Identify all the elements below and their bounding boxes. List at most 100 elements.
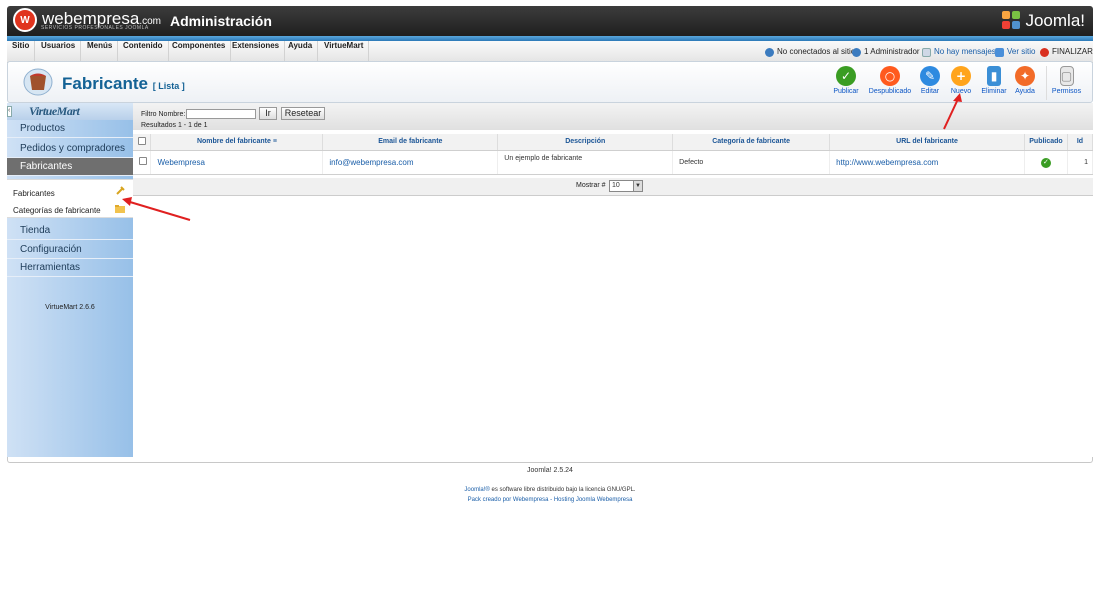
publish-button[interactable]: ✓ Publicar [830, 66, 862, 100]
row-description-cell: Un ejemplo de fabricante [497, 150, 674, 175]
row-url-cell: http://www.webempresa.com [829, 150, 1025, 175]
reset-button[interactable]: Resetear [281, 107, 325, 120]
nav-tienda[interactable]: Tienda [7, 222, 133, 240]
col-url-header[interactable]: URL del fabricante [829, 134, 1025, 151]
menu-sitio[interactable]: Sitio [7, 41, 36, 63]
row-name-cell: Webempresa [150, 150, 324, 175]
table-row: Webempresa info@webempresa.com Un ejempl… [133, 150, 1094, 175]
edit-label: Editar [920, 88, 940, 95]
help-lifebuoy-icon: ✦ [1015, 66, 1035, 86]
published-check-icon[interactable]: ✓ [1040, 157, 1051, 168]
menu-componentes[interactable]: Componentes [167, 41, 232, 63]
pencil-icon: ✎ [920, 66, 940, 86]
row-category-cell: Defecto [672, 150, 831, 175]
row-email-cell: info@webempresa.com [322, 150, 499, 175]
view-site-label: Ver sitio [1007, 47, 1036, 56]
permissions-label: Permisos [1051, 88, 1082, 95]
row-select-cell [133, 150, 152, 175]
table-header-row: Nombre del fabricante ≡ Email de fabrica… [133, 134, 1094, 151]
publish-label: Publicar [833, 88, 859, 95]
joomla-logo-text: Joomla! [1025, 11, 1085, 30]
nav-herramientas[interactable]: Herramientas [7, 259, 133, 277]
delete-button[interactable]: ▮ Eliminar [978, 66, 1010, 100]
row-checkbox[interactable] [139, 157, 147, 165]
unpublish-label: Despublicado [868, 88, 912, 95]
pagination-bar: Mostrar # 10 ▼ [133, 178, 1093, 196]
footer-license: Joomla!® es software libre distribuido b… [0, 487, 1100, 493]
view-site-link[interactable]: Ver sitio [995, 41, 1035, 63]
top-header: W webempresa.com SERVICIOS PROFESIONALES… [7, 6, 1093, 36]
mail-icon [922, 47, 931, 57]
footer-version: Joomla! 2.5.24 [527, 467, 573, 474]
col-category-header[interactable]: Categoría de fabricante [672, 134, 831, 151]
nav-productos[interactable]: Productos [7, 120, 133, 138]
col-description-header[interactable]: Descripción [497, 134, 674, 151]
logout-link[interactable]: FINALIZAR [1040, 41, 1093, 63]
trash-icon: ▮ [987, 66, 1001, 86]
license-text: es software libre distribuido bajo la li… [489, 487, 636, 493]
page-toolbar: Fabricante [ Lista ] ✓ Publicar ○ Despub… [7, 61, 1093, 103]
row-published-cell: ✓ [1024, 150, 1068, 175]
admin-window: W webempresa.com SERVICIOS PROFESIONALES… [0, 0, 1100, 615]
unpublish-button[interactable]: ○ Despublicado [866, 66, 914, 100]
submenu-categorias-fabricante[interactable]: Categorías de fabricante [13, 206, 101, 215]
footer-credit-link[interactable]: Pack creado por Webempresa - Hosting Joo… [0, 497, 1100, 503]
fabricantes-submenu: Fabricantes Categorías de fabricante [7, 179, 133, 218]
results-count: Resultados 1 - 1 de 1 [141, 122, 208, 129]
select-all-checkbox[interactable] [137, 136, 146, 145]
admin-users-icon [852, 47, 861, 57]
row-id-cell: 1 [1067, 150, 1094, 175]
menu-virtuemart[interactable]: VirtueMart [319, 41, 370, 63]
check-icon: ✓ [836, 66, 856, 86]
status-visitors-label: No conectados al sitio [777, 47, 856, 56]
lock-icon: ▢ [1059, 66, 1074, 86]
joomla-mark-icon [1002, 11, 1022, 31]
collapse-sidebar-icon[interactable]: ‹ [7, 106, 12, 117]
logo-mark-icon: W [13, 8, 37, 32]
menu-extensiones[interactable]: Extensiones [227, 41, 286, 63]
unpublish-icon: ○ [880, 66, 900, 86]
permissions-button[interactable]: ▢ Permisos [1046, 66, 1086, 100]
col-id-header[interactable]: Id [1067, 134, 1094, 151]
col-email-header[interactable]: Email de fabricante [322, 134, 499, 151]
status-messages-label: No hay mensajes [934, 47, 996, 56]
users-icon [765, 47, 774, 57]
monitor-icon [995, 47, 1004, 57]
page-title: Fabricante [ Lista ] [62, 74, 185, 94]
chevron-down-icon: ▼ [633, 181, 642, 191]
menu-menus[interactable]: Menús [82, 41, 119, 63]
logo-subtitle: SERVICIOS PROFESIONALES JOOMLA [41, 25, 149, 31]
content-bottom-edge [7, 457, 1093, 463]
filter-name-input[interactable] [186, 109, 256, 119]
sort-icon: ≡ [272, 138, 277, 146]
manufacturer-name-link[interactable]: Webempresa [157, 158, 204, 167]
status-messages[interactable]: No hay mensajes [922, 41, 996, 63]
virtuemart-logo-text: VirtueMart [29, 104, 80, 118]
select-all-header [133, 134, 152, 151]
nav-fabricantes[interactable]: Fabricantes [7, 158, 133, 176]
nav-pedidos[interactable]: Pedidos y compradores [7, 140, 133, 158]
main-menubar: Sitio Usuarios Menús Contenido Component… [7, 41, 1093, 63]
submenu-fabricantes[interactable]: Fabricantes [13, 189, 55, 198]
nav-configuracion[interactable]: Configuración [7, 241, 133, 259]
menu-usuarios[interactable]: Usuarios [36, 41, 82, 63]
col-published-header[interactable]: Publicado [1024, 134, 1068, 151]
joomla-logo: Joomla! [1002, 11, 1085, 31]
manufacturer-icon [23, 68, 53, 96]
joomla-license-link[interactable]: Joomla!® [464, 487, 489, 493]
help-label: Ayuda [1015, 88, 1035, 95]
menu-contenido[interactable]: Contenido [118, 41, 169, 63]
logout-label: FINALIZAR [1052, 47, 1093, 56]
wrench-icon [116, 186, 125, 195]
go-button[interactable]: Ir [259, 107, 277, 120]
show-limit-label: Mostrar # [576, 182, 606, 189]
col-name-header[interactable]: Nombre del fabricante ≡ [150, 134, 324, 151]
menu-ayuda[interactable]: Ayuda [283, 41, 319, 63]
virtuemart-version: VirtueMart 2.6.6 [45, 304, 95, 311]
manufacturer-url-link[interactable]: http://www.webempresa.com [836, 158, 938, 167]
limit-select[interactable]: 10 ▼ [609, 180, 643, 192]
virtuemart-sidebar: ‹ VirtueMart Productos Pedidos y comprad… [7, 103, 133, 457]
help-button[interactable]: ✦ Ayuda [1012, 66, 1038, 100]
manufacturer-email-link[interactable]: info@webempresa.com [329, 158, 413, 167]
annotation-arrow-new [943, 93, 962, 130]
